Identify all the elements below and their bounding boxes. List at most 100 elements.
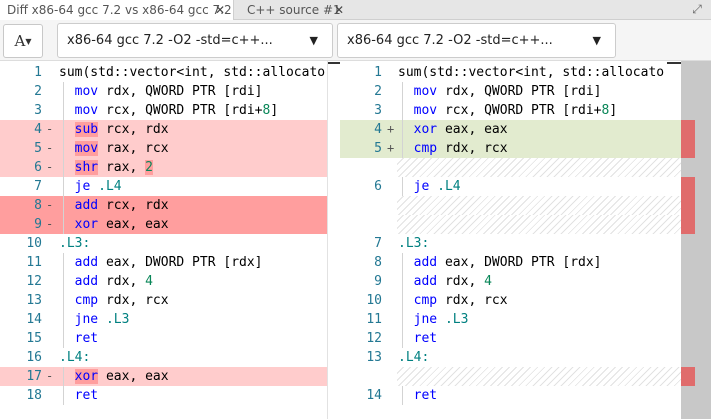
indent-guide [63, 101, 64, 120]
code-text: xor eax, eax [74, 369, 169, 384]
code-line[interactable]: 2 mov rdx, QWORD PTR [rdi] [340, 82, 681, 101]
line-number: 10 [26, 236, 42, 251]
line-number: 9 [34, 217, 42, 232]
code-text: mov rcx, QWORD PTR [rdi+8] [74, 103, 279, 118]
code-line[interactable]: 9 add rdx, 4 [340, 272, 681, 291]
code-line[interactable]: 7 .L3: [340, 234, 681, 253]
line-number: 8 [34, 198, 42, 213]
line-number [340, 367, 382, 386]
code-line[interactable]: 4- sub rcx, rdx [0, 120, 327, 139]
code-line[interactable]: 10 cmp rdx, rcx [340, 291, 681, 310]
line-number: 6 [374, 179, 382, 194]
line-number: 9 [374, 274, 382, 289]
left-compiler-select[interactable]: x86-64 gcc 7.2 -O2 -std=c++... ▼ [57, 23, 333, 58]
code-line[interactable]: 2 mov rdx, QWORD PTR [rdi] [0, 82, 327, 101]
code-line[interactable]: 5- mov rax, rcx [0, 139, 327, 158]
code-text: .L3: [398, 236, 430, 251]
tab-cpp-source-label: C++ source #1 [247, 3, 341, 17]
indent-guide [63, 196, 64, 215]
indent-guide [63, 120, 64, 139]
code-line[interactable]: 13 .L4: [340, 348, 681, 367]
indent-guide [402, 101, 403, 120]
code-text: mov rdx, QWORD PTR [rdi] [413, 84, 602, 99]
code-line[interactable]: 6- shr rax, 2 [0, 158, 327, 177]
indent-guide [63, 177, 64, 196]
line-number: 5 [34, 141, 42, 156]
code-line[interactable]: 9- xor eax, eax [0, 215, 327, 234]
diff-highlight [397, 196, 681, 215]
code-line[interactable]: 6 je .L4 [340, 177, 681, 196]
code-line[interactable]: 13 cmp rdx, rcx [0, 291, 327, 310]
overview-change-mark[interactable] [681, 120, 695, 158]
indent-guide [402, 177, 403, 196]
line-number: 6 [34, 160, 42, 175]
code-line[interactable]: 4 + xor eax, eax [340, 120, 681, 139]
line-number: 10 [366, 293, 382, 308]
overview-change-mark[interactable] [681, 367, 695, 386]
code-line[interactable]: 7 je .L4 [0, 177, 327, 196]
insertion-marker: + [387, 141, 395, 155]
code-line[interactable]: 17- xor eax, eax [0, 367, 327, 386]
overview-change-mark[interactable] [681, 177, 695, 196]
indent-guide [402, 386, 403, 405]
maximize-icon[interactable]: ⤢ [689, 1, 705, 17]
line-number [340, 158, 382, 177]
indent-guide [402, 329, 403, 348]
font-size-button[interactable]: A▼ [3, 24, 43, 58]
line-number: 18 [26, 388, 42, 403]
diff-overview-ruler[interactable] [681, 61, 711, 419]
tab-diff-label: Diff x86-64 gcc 7.2 vs x86-64 gcc 7.2 [7, 3, 232, 17]
code-line[interactable] [340, 215, 681, 234]
code-line[interactable]: 1 sum(std::vector<int, std::allocato [0, 63, 327, 82]
code-line[interactable]: 8- add rcx, rdx [0, 196, 327, 215]
line-number [340, 215, 382, 234]
code-line[interactable]: 3 mov rcx, QWORD PTR [rdi+8] [0, 101, 327, 120]
code-line[interactable]: 11 jne .L3 [340, 310, 681, 329]
tab-cpp-source[interactable]: C++ source #1 ✕ [240, 0, 352, 20]
right-editor-pane[interactable]: 1 sum(std::vector<int, std::allocato 2 mov… [340, 61, 681, 419]
line-number: 13 [366, 350, 382, 365]
deletion-marker: - [46, 122, 54, 136]
overview-change-mark[interactable] [681, 196, 695, 234]
code-line[interactable]: 3 mov rcx, QWORD PTR [rdi+8] [340, 101, 681, 120]
code-line[interactable]: 8 add eax, DWORD PTR [rdx] [340, 253, 681, 272]
code-line[interactable] [340, 196, 681, 215]
code-line[interactable]: 14 ret [340, 386, 681, 405]
code-line[interactable]: 10 .L3: [0, 234, 327, 253]
code-text: xor eax, eax [74, 217, 169, 232]
indent-guide [63, 158, 64, 177]
line-number: 1 [34, 65, 42, 80]
diff-highlight [397, 367, 681, 386]
code-line[interactable]: 12 ret [340, 329, 681, 348]
tab-diff[interactable]: Diff x86-64 gcc 7.2 vs x86-64 gcc 7.2 ✕ [0, 0, 234, 20]
code-text: je .L4 [74, 179, 122, 194]
code-line[interactable]: 1 sum(std::vector<int, std::allocato [340, 63, 681, 82]
code-line[interactable]: 5 + cmp rdx, rcx [340, 139, 681, 158]
code-line[interactable]: 11 add eax, DWORD PTR [rdx] [0, 253, 327, 272]
code-text: add eax, DWORD PTR [rdx] [74, 255, 263, 270]
close-icon[interactable]: ✕ [215, 0, 225, 20]
indent-guide [63, 253, 64, 272]
line-number: 14 [26, 312, 42, 327]
line-number: 2 [34, 84, 42, 99]
code-line[interactable]: 16 .L4: [0, 348, 327, 367]
pane-divider[interactable] [327, 61, 328, 419]
line-number [340, 196, 382, 215]
code-line[interactable]: 15 ret [0, 329, 327, 348]
indent-guide [402, 291, 403, 310]
deletion-marker: - [46, 217, 54, 231]
close-icon[interactable]: ✕ [334, 0, 344, 20]
code-text: mov rcx, QWORD PTR [rdi+8] [413, 103, 618, 118]
line-number: 14 [366, 388, 382, 403]
left-editor-pane[interactable]: 1 sum(std::vector<int, std::allocato 2 mov… [0, 61, 327, 419]
code-text: .L3: [59, 236, 91, 251]
line-number: 5 [374, 141, 382, 156]
code-line[interactable]: 18 ret [0, 386, 327, 405]
chevron-down-icon: ▼ [309, 34, 318, 47]
right-compiler-select[interactable]: x86-64 gcc 7.2 -O2 -std=c++... ▼ [337, 23, 616, 58]
code-line[interactable] [340, 158, 681, 177]
code-line[interactable]: 14 jne .L3 [0, 310, 327, 329]
line-number: 16 [26, 350, 42, 365]
code-line[interactable]: 12 add rdx, 4 [0, 272, 327, 291]
code-line[interactable] [340, 367, 681, 386]
